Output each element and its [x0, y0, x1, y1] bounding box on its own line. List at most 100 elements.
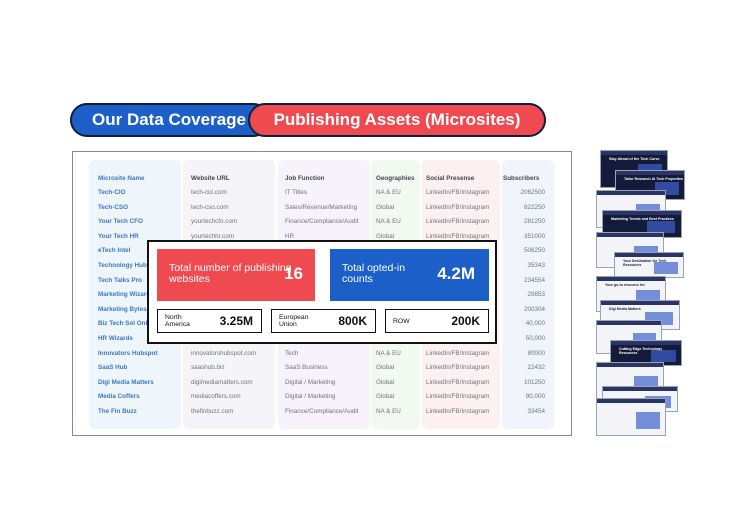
cell-subscribers: 22432 [527, 364, 545, 372]
thumbnail-nav-bar [611, 341, 681, 345]
thumbnail-nav-bar [597, 233, 663, 237]
thumbnail-nav-bar [597, 399, 665, 403]
cell-function: Sales/Revenue/Marketing [285, 203, 358, 211]
cell-social: LinkedIn/FB/Instagram [426, 378, 490, 386]
cell-name[interactable]: Media Coffers [98, 390, 140, 404]
cell-url[interactable]: innovatorshubspot.com [191, 347, 256, 361]
cell-name[interactable]: Digi Media Matters [98, 376, 154, 390]
thumbnail-image [650, 350, 676, 362]
cell-subscribers: 351000 [523, 232, 545, 240]
thumbnail-nav-bar [597, 321, 661, 325]
cell-function: IT Titles [285, 189, 307, 196]
european-union-stat: European Union 800K [271, 309, 376, 333]
cell-name[interactable]: eTech Intel [98, 244, 130, 258]
thumbnail-nav-bar [597, 191, 665, 195]
eu-value: 800K [338, 314, 367, 328]
cell-subscribers: 33454 [527, 408, 545, 415]
cell-url[interactable]: digimediamatters.com [191, 376, 253, 390]
publishing-assets-pill[interactable]: Publishing Assets (Microsites) [248, 103, 546, 137]
cell-name[interactable]: SaaS Hub [98, 361, 127, 375]
microsite-thumbnail[interactable] [596, 398, 666, 436]
row-stat: ROW 200K [385, 309, 489, 333]
cell-url[interactable]: mediacoffers.com [191, 390, 241, 404]
cell-social: LinkedIn/FB/Instagram [426, 408, 490, 415]
table-header: Microsite Name Website URL Job Function … [73, 172, 571, 186]
table-row: Media Coffers mediacoffers.com Digital / M… [73, 390, 571, 404]
cell-social: LinkedIn/FB/Instagram [426, 364, 490, 372]
thumbnail-nav-bar [601, 301, 679, 305]
col-header-subscribers: Subscribers [503, 175, 540, 182]
col-header-name: Microsite Name [98, 175, 145, 182]
cell-geo: NA & EU [376, 189, 401, 196]
optin-label: Total opted-in counts [342, 262, 406, 285]
cell-name[interactable]: Your Tech HR [98, 230, 139, 244]
cell-url[interactable]: yourtechcfo.com [191, 215, 237, 229]
cell-social: LinkedIn/FB/Instagram [426, 203, 490, 211]
cell-name[interactable]: Marketing Bytes [98, 303, 147, 317]
table-row: Your Tech CFO yourtechcfo.com Finance/Comp… [73, 215, 571, 229]
cell-name[interactable]: Biz Tech Sol Onlin [98, 317, 153, 331]
cell-geo: NA & EU [376, 349, 401, 357]
col-header-url: Website URL [191, 175, 230, 182]
na-label: North America [165, 314, 190, 328]
cell-subscribers: 281250 [523, 218, 545, 226]
table-row: The Fin Buzz thefinbuzz.com Finance/Compli… [73, 405, 571, 419]
cell-function: SaaS Business [285, 364, 328, 372]
websites-value: 16 [284, 264, 303, 283]
cell-url[interactable]: tech-cso.com [191, 201, 228, 215]
cell-name[interactable]: Your Tech CFO [98, 215, 143, 229]
cell-function: Digital / Marketing [285, 393, 336, 401]
microsite-thumbnail[interactable]: Your Destination for Tech Resources [614, 252, 684, 278]
table-row: SaaS Hub saashub.biz SaaS Business Global Li… [73, 361, 571, 375]
col-header-function: Job Function [285, 175, 325, 182]
cell-subscribers: 40,000 [525, 320, 545, 328]
cell-geo: NA & EU [376, 408, 401, 415]
cell-function: Tech [285, 349, 299, 357]
cell-name[interactable]: Marketing Wizard [98, 288, 150, 302]
table-row: Innovators Hubspot innovatorshubspot.com T… [73, 347, 571, 361]
cell-name[interactable]: Innovators Hubspot [98, 347, 157, 361]
optin-value: 4.2M [437, 264, 475, 283]
cell-name[interactable]: The Fin Buzz [98, 405, 137, 419]
table-row: Tech-CIO tech-cio.com IT Titles NA & EU Link… [73, 186, 571, 200]
row-label: ROW [393, 318, 410, 325]
cell-url[interactable]: saashub.biz [191, 361, 225, 375]
cell-name[interactable]: Technology Hubsp [98, 259, 154, 273]
cell-social: LinkedIn/FB/Instagram [426, 189, 490, 196]
cell-function: Finance/Compliance/Audit [285, 218, 359, 226]
cell-subscribers: 80000 [527, 349, 545, 357]
thumbnail-nav-bar [603, 211, 681, 215]
coverage-stats-card: Total number of publishing websites 16 T… [147, 240, 497, 344]
cell-subscribers: 822250 [523, 203, 545, 211]
cell-name[interactable]: Tech Talks Pro [98, 274, 142, 288]
thumbnail-nav-bar [597, 363, 663, 367]
table-row: Digi Media Matters digimediamatters.com Di… [73, 376, 571, 390]
thumbnail-image [653, 262, 678, 274]
thumbnail-title: Your go-to resource for [605, 283, 645, 287]
thumbnail-title: Digi Media Matters [609, 307, 641, 311]
cell-subscribers: 506250 [523, 247, 545, 255]
cell-name[interactable]: Tech-CSO [98, 201, 128, 215]
cell-subscribers: 90,000 [525, 393, 545, 401]
cell-function: Digital / Marketing [285, 378, 336, 386]
row-value: 200K [451, 314, 480, 328]
cell-name[interactable]: HR Wizards [98, 332, 133, 346]
cell-geo: Global [376, 364, 395, 372]
cell-geo: NA & EU [376, 218, 401, 226]
cell-social: LinkedIn/FB/Instagram [426, 349, 490, 357]
cell-url[interactable]: thefinbuzz.com [191, 405, 233, 419]
cell-subscribers: 200304 [523, 305, 545, 313]
north-america-stat: North America 3.25M [157, 309, 262, 333]
cell-geo: Global [376, 203, 395, 211]
col-header-geo: Geographies [376, 175, 415, 182]
cell-social: LinkedIn/FB/Instagram [426, 218, 490, 226]
cell-url[interactable]: tech-cio.com [191, 186, 227, 200]
our-data-coverage-pill[interactable]: Our Data Coverage [70, 103, 270, 137]
cell-name[interactable]: Tech-CIO [98, 186, 126, 200]
cell-subscribers: 234554 [523, 276, 545, 284]
thumbnail-nav-bar [616, 171, 684, 175]
thumbnail-nav-bar [597, 277, 665, 281]
publishing-websites-stat: Total number of publishing websites 16 [157, 249, 315, 301]
thumbnail-nav-bar [603, 387, 677, 391]
col-header-social: Social Presense [426, 175, 475, 182]
